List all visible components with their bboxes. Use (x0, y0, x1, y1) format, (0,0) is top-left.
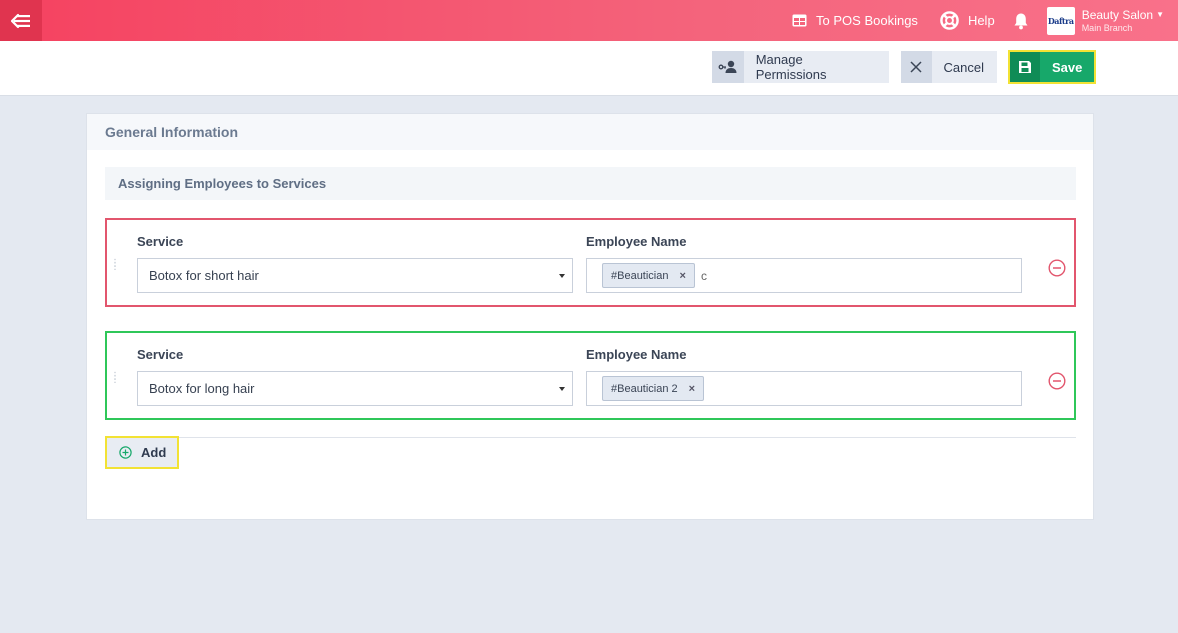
employee-tag: #Beautician × (602, 263, 695, 288)
save-label: Save (1052, 59, 1083, 75)
dropdown-arrow-icon (559, 274, 565, 278)
employee-tag: #Beautician 2 × (602, 376, 705, 401)
table-grid-icon (792, 14, 807, 27)
cancel-button[interactable]: Cancel (901, 51, 997, 83)
employee-name-label: Employee Name (586, 234, 687, 249)
drag-handle-icon[interactable]: ⋮ ⋮ (110, 372, 120, 385)
card-title: General Information (87, 114, 1093, 150)
employee-name-label: Employee Name (586, 347, 687, 362)
divider (105, 437, 1076, 438)
tag-remove-icon[interactable]: × (680, 270, 686, 282)
service-select[interactable]: Botox for long hair (137, 371, 573, 406)
account-name: Beauty Salon (1081, 7, 1154, 22)
pos-bookings-label: To POS Bookings (816, 13, 918, 28)
employee-tag-label: #Beautician (611, 269, 669, 282)
floppy-disk-icon (1010, 52, 1040, 82)
remove-row-button[interactable] (1048, 259, 1066, 277)
general-information-card: General Information Assigning Employees … (86, 113, 1094, 520)
pos-bookings-link[interactable]: To POS Bookings (792, 13, 918, 28)
section-title: Assigning Employees to Services (105, 167, 1076, 200)
account-branch: Main Branch (1081, 22, 1133, 33)
employee-multiselect[interactable]: #Beautician 2 × (586, 371, 1022, 406)
employee-search-text[interactable]: c (701, 269, 707, 283)
employee-multiselect[interactable]: #Beautician × c (586, 258, 1022, 293)
help-link[interactable]: Help (940, 11, 995, 30)
employee-tag-label: #Beautician 2 (611, 382, 678, 395)
add-label: Add (141, 445, 167, 460)
account-menu[interactable]: Daftra Beauty Salon ▼ Main Branch (1046, 6, 1164, 35)
minus-circle-icon (1048, 259, 1066, 277)
menu-toggle-button[interactable] (0, 0, 42, 41)
drag-handle-icon[interactable]: ⋮ ⋮ (110, 259, 120, 272)
logo-text: Daftra (1047, 15, 1074, 26)
collapse-menu-icon (11, 13, 30, 28)
manage-permissions-button[interactable]: Manage Permissions (712, 51, 889, 83)
tag-remove-icon[interactable]: × (689, 383, 695, 395)
assignment-row: ⋮ ⋮ Service Employee Name Botox for long … (105, 331, 1076, 420)
action-bar: Manage Permissions Cancel Save (0, 41, 1178, 96)
manage-permissions-label: Manage Permissions (755, 52, 827, 82)
notifications-button[interactable] (1013, 12, 1029, 30)
service-selected-value: Botox for long hair (149, 381, 255, 396)
dropdown-arrow-icon (559, 387, 565, 391)
top-navbar: To POS Bookings Help Daftra Beauty Salon (0, 0, 1178, 41)
plus-circle-icon (119, 446, 132, 459)
company-logo: Daftra (1046, 6, 1075, 35)
close-icon (901, 51, 932, 83)
bell-icon (1014, 13, 1028, 29)
lifebuoy-icon (940, 11, 959, 30)
service-label: Service (137, 234, 184, 249)
help-label: Help (967, 13, 995, 28)
service-label: Service (137, 347, 184, 362)
add-row-button[interactable]: Add (105, 436, 179, 469)
save-button[interactable]: Save (1008, 50, 1096, 84)
assignment-row: ⋮ ⋮ Service Employee Name Botox for short… (105, 218, 1076, 307)
service-select[interactable]: Botox for short hair (137, 258, 573, 293)
chevron-down-icon: ▼ (1156, 9, 1164, 19)
cancel-label: Cancel (943, 59, 984, 75)
minus-circle-icon (1048, 372, 1066, 390)
service-selected-value: Botox for short hair (149, 268, 259, 283)
user-key-icon (712, 51, 744, 83)
remove-row-button[interactable] (1048, 372, 1066, 390)
